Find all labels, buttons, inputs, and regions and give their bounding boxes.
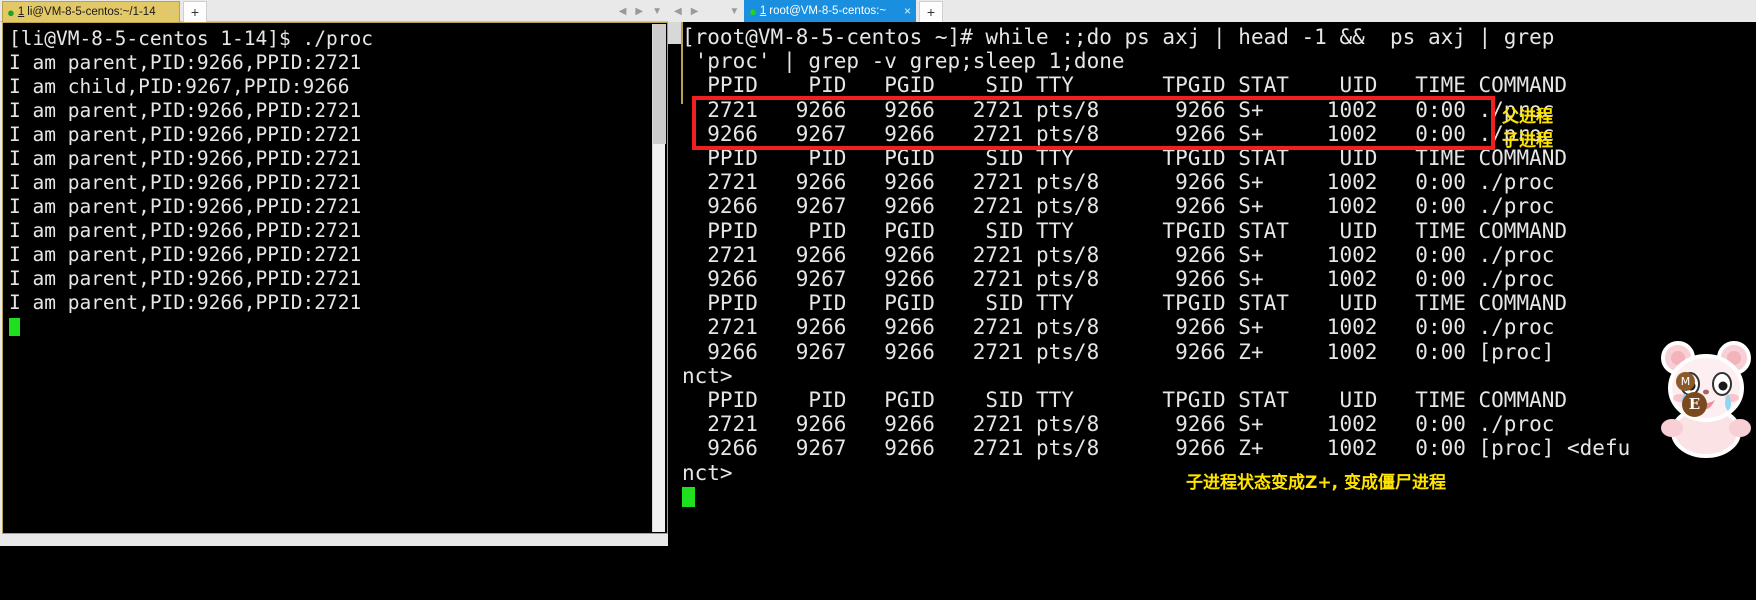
terminal-line: 2721 9266 9266 2721 pts/8 9266 S+ 1002 0… <box>682 412 1555 437</box>
tab-prev-arrow-icon[interactable]: ◀ <box>674 6 682 17</box>
tab-title-label: root@VM-8-5-centos:~ <box>769 5 887 17</box>
tab-next-arrow-icon[interactable]: ▶ <box>635 6 643 17</box>
terminal-line: I am parent,PID:9266,PPID:2721 <box>9 123 362 146</box>
terminal-line: I am parent,PID:9266,PPID:2721 <box>9 51 362 74</box>
tab-menu-chevron-down-icon[interactable]: ▼ <box>652 6 662 17</box>
tab-li-vm-8-5-centos[interactable]: ● 1 li@VM-8-5-centos:~/1-14 × <box>2 1 180 22</box>
terminal-line: [root@VM-8-5-centos ~]# while :;do ps ax… <box>682 25 1555 49</box>
tab-title-label: li@VM-8-5-centos:~/1-14 <box>27 6 156 18</box>
screenshot-root: ● 1 li@VM-8-5-centos:~/1-14 × + ◀ ▶ ▼ [l… <box>0 0 1756 600</box>
terminal-line: PPID PID PGID SID TTY TPGID STAT UID TIM… <box>682 218 1568 243</box>
highlight-box-process-rows <box>692 96 1495 150</box>
terminal-line: 2721 9266 9266 2721 pts/8 9266 S+ 1002 0… <box>682 242 1555 267</box>
annotation-zombie-process: 子进程状态变成Z+, 变成僵尸进程 <box>1186 473 1446 493</box>
terminal-line: I am child,PID:9267,PPID:9266 <box>9 75 350 98</box>
left-scrollbar-thumb[interactable] <box>653 24 666 144</box>
terminal-line: PPID PID PGID SID TTY TPGID STAT UID TIM… <box>682 73 1568 98</box>
terminal-line: nct> <box>682 363 733 388</box>
tab-status-dot-icon: ● <box>7 4 15 20</box>
tab-status-dot-icon: ● <box>749 3 757 19</box>
left-window-edge-filler <box>668 22 681 44</box>
badge-e-icon: E <box>1682 392 1707 417</box>
left-terminal-window: ● 1 li@VM-8-5-centos:~/1-14 × + ◀ ▶ ▼ [l… <box>0 0 668 546</box>
terminal-cursor <box>9 315 667 339</box>
terminal-line: I am parent,PID:9266,PPID:2721 <box>9 195 362 218</box>
terminal-line: 2721 9266 9266 2721 pts/8 9266 S+ 1002 0… <box>682 315 1555 340</box>
terminal-line: PPID PID PGID SID TTY TPGID STAT UID TIM… <box>682 291 1568 316</box>
terminal-line: PPID PID PGID SID TTY TPGID STAT UID TIM… <box>682 388 1568 413</box>
terminal-line: 9266 9267 9266 2721 pts/8 9266 S+ 1002 0… <box>682 194 1555 219</box>
close-icon[interactable]: × <box>900 4 911 18</box>
left-terminal-text: [li@VM-8-5-centos 1-14]$ ./proc I am pare… <box>3 23 667 339</box>
terminal-line: I am parent,PID:9266,PPID:2721 <box>9 291 362 314</box>
new-tab-button[interactable]: + <box>919 1 943 22</box>
terminal-line: 2721 9266 9266 2721 pts/8 9266 S+ 1002 0… <box>682 170 1555 195</box>
terminal-line: I am parent,PID:9266,PPID:2721 <box>9 99 362 122</box>
terminal-line: I am parent,PID:9266,PPID:2721 <box>9 243 362 266</box>
left-terminal-scrollbar[interactable] <box>652 24 666 532</box>
terminal-line: 'proc' | grep -v grep;sleep 1;done <box>682 49 1125 74</box>
terminal-line: [li@VM-8-5-centos 1-14]$ ./proc <box>9 27 373 50</box>
right-tabbar: ◀ ▶ ▼ ● 1 root@VM-8-5-centos:~ × + <box>668 0 1756 22</box>
right-terminal-window: ◀ ▶ ▼ ● 1 root@VM-8-5-centos:~ × + [root… <box>668 0 1756 600</box>
terminal-line: 9266 9267 9266 2721 pts/8 9266 Z+ 1002 0… <box>682 436 1631 461</box>
terminal-line: I am parent,PID:9266,PPID:2721 <box>9 219 362 242</box>
badge-m-icon: M <box>1676 372 1695 391</box>
annotation-child-process: 子进程 <box>1502 131 1553 151</box>
tab-root-vm-8-5-centos[interactable]: ● 1 root@VM-8-5-centos:~ × <box>744 0 916 22</box>
close-icon[interactable]: × <box>164 5 175 19</box>
left-status-bar <box>0 534 668 546</box>
terminal-line: I am parent,PID:9266,PPID:2721 <box>9 147 362 170</box>
tab-prev-arrow-icon[interactable]: ◀ <box>619 6 627 17</box>
terminal-line: 9266 9267 9266 2721 pts/8 9266 Z+ 1002 0… <box>682 339 1555 364</box>
terminal-line: I am parent,PID:9266,PPID:2721 <box>9 171 362 194</box>
tab-index-label: 1 <box>17 6 25 18</box>
terminal-line: 9266 9267 9266 2721 pts/8 9266 S+ 1002 0… <box>682 267 1555 292</box>
left-window-border-sliver <box>681 22 683 104</box>
left-tabbar: ● 1 li@VM-8-5-centos:~/1-14 × + ◀ ▶ ▼ <box>0 0 668 22</box>
annotation-parent-process: 父进程 <box>1502 107 1553 127</box>
new-tab-button[interactable]: + <box>183 1 207 22</box>
tab-menu-chevron-down-icon[interactable]: ▼ <box>729 6 739 17</box>
left-tab-nav: ◀ ▶ ▼ <box>619 3 662 19</box>
terminal-line: I am parent,PID:9266,PPID:2721 <box>9 267 362 290</box>
tab-index-label: 1 <box>759 5 767 17</box>
tab-next-arrow-icon[interactable]: ▶ <box>691 6 699 17</box>
left-terminal-screen[interactable]: [li@VM-8-5-centos 1-14]$ ./proc I am pare… <box>2 22 668 534</box>
right-tab-nav: ◀ ▶ ▼ <box>674 3 739 19</box>
